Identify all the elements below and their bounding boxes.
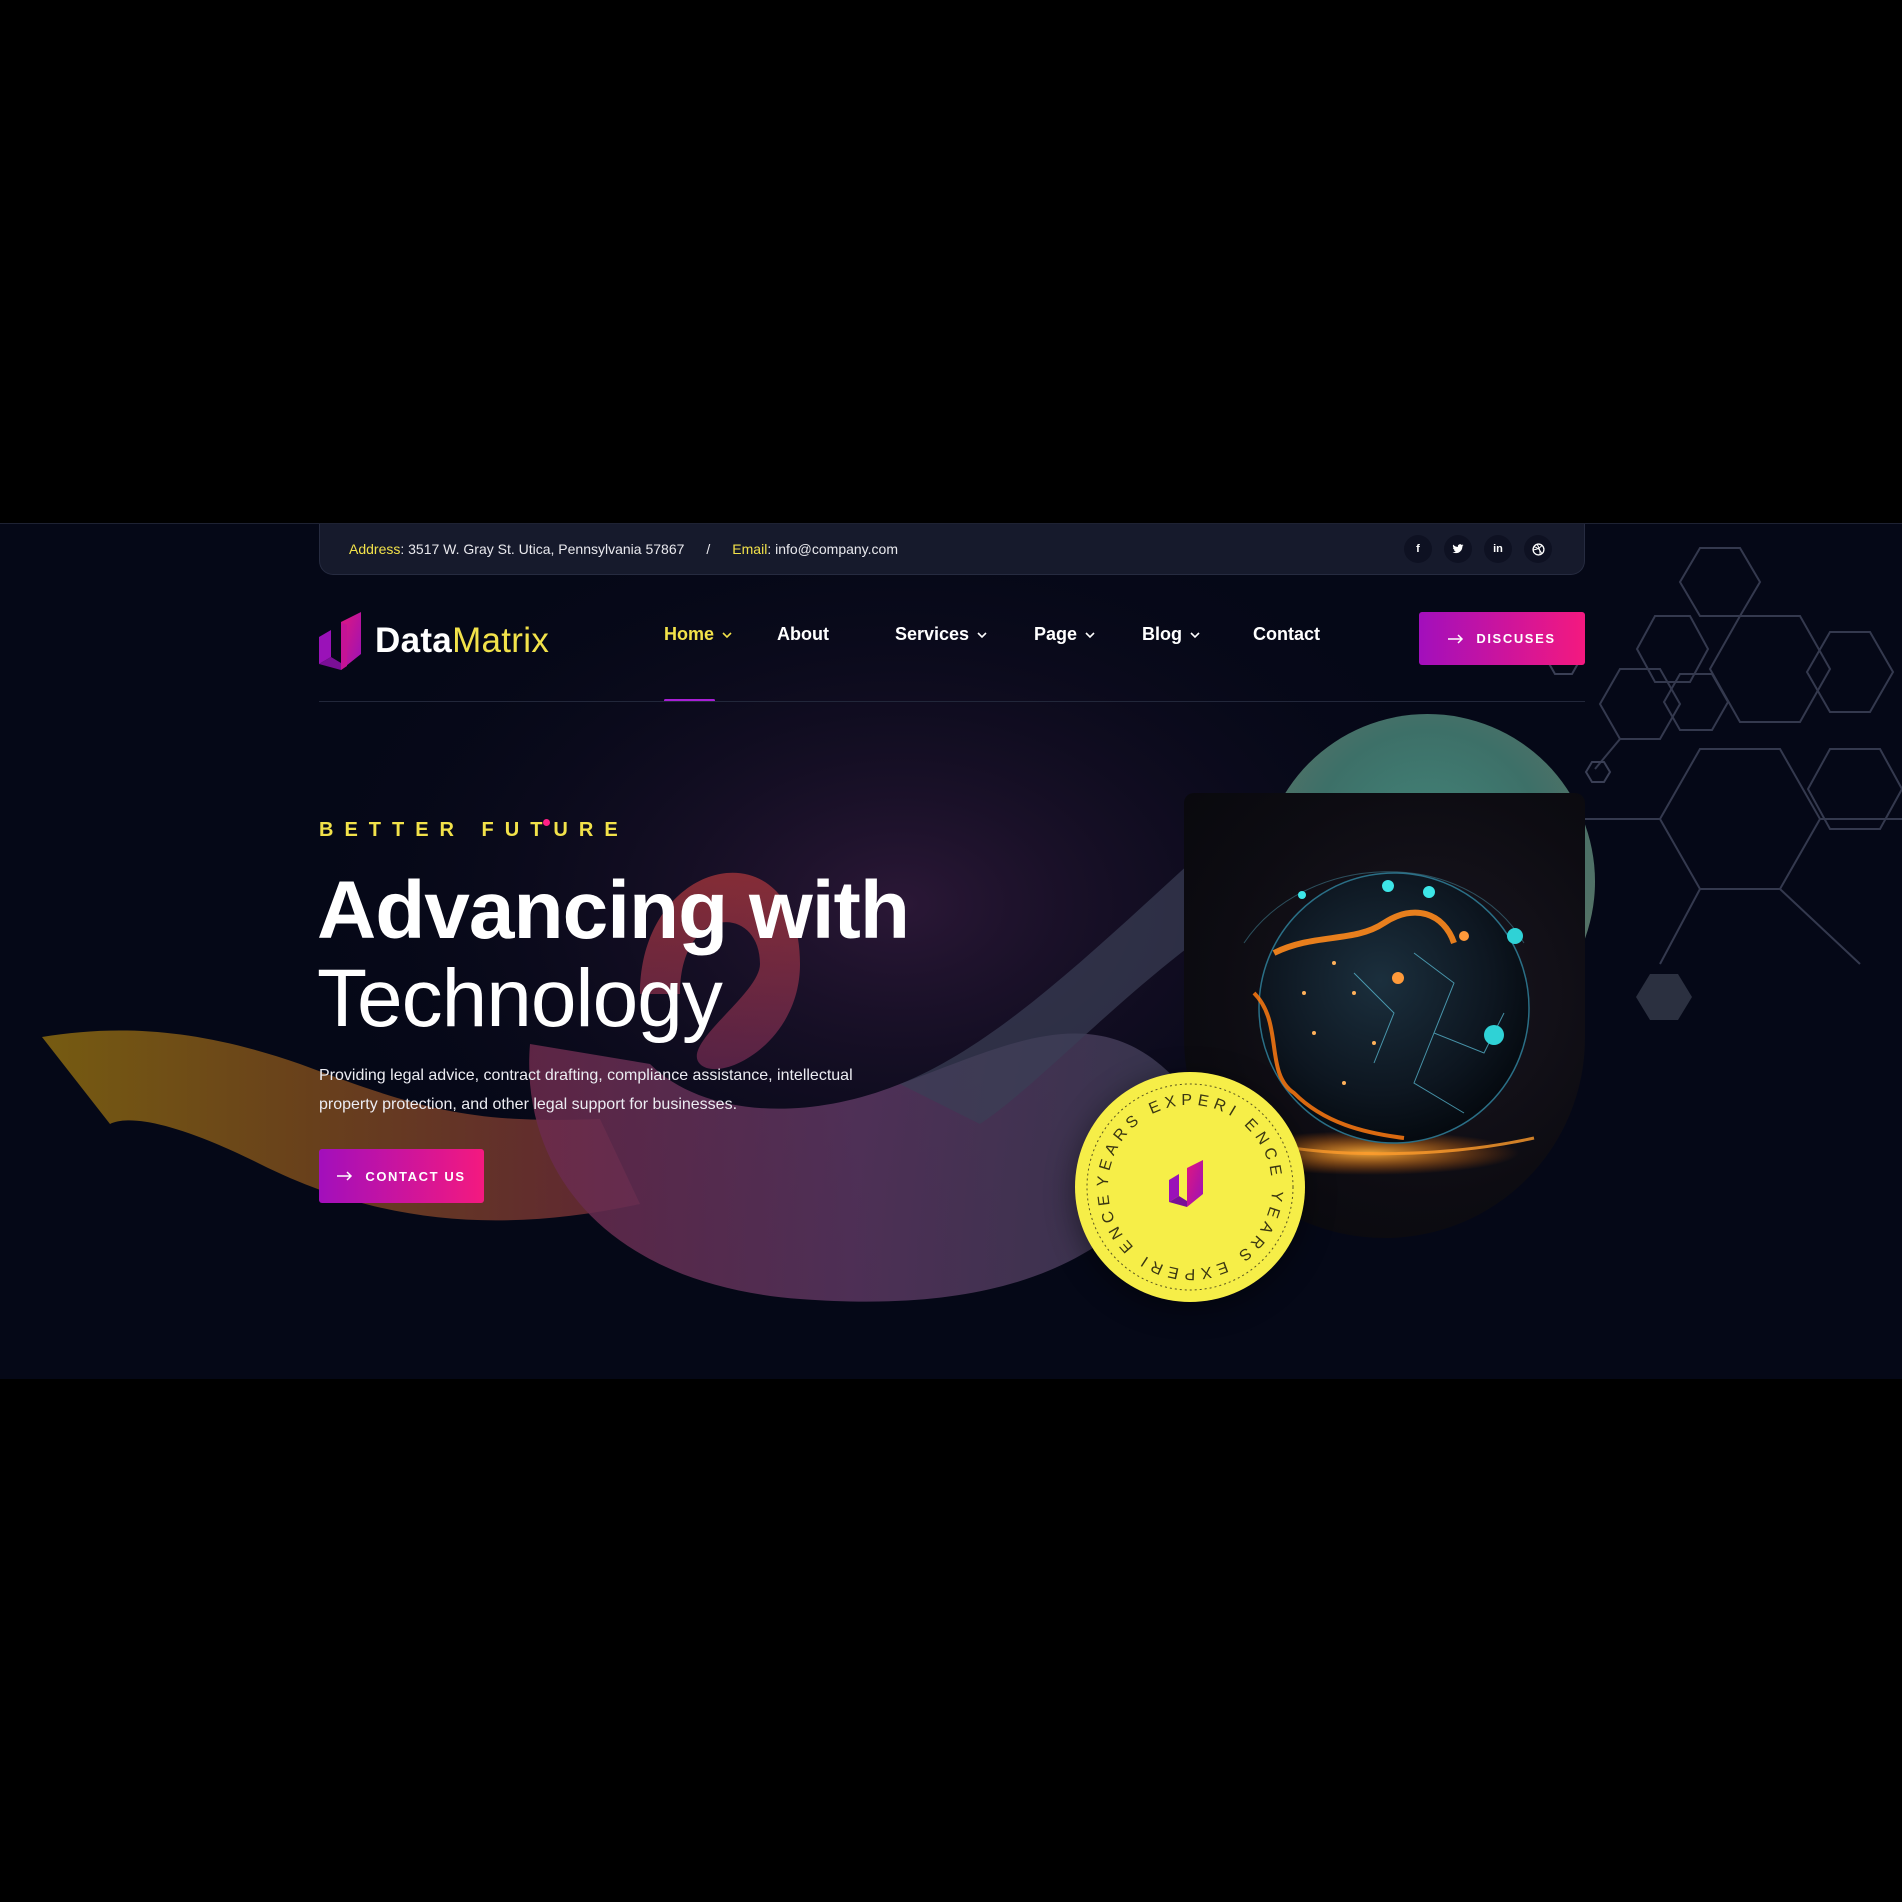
hero-description: Providing legal advice, contract draftin… [319,1067,853,1113]
hero-title-line1: Advancing with [317,865,910,956]
nav-item-home[interactable]: Home [664,624,733,645]
badge-logo-icon [1169,1160,1203,1207]
nav-item-label: Blog [1142,624,1182,644]
nav-item-label: About [777,624,829,644]
navbar-divider [319,701,1585,702]
nav-item-label: Page [1034,624,1078,644]
brand-name: DataMatrix [375,621,549,661]
brand-mark-icon [319,612,361,670]
hero-section: Address: 3517 W. Gray St. Utica, Pennsyl… [0,523,1902,1379]
nav-item-services[interactable]: Services [895,624,988,645]
info-separator: / [706,541,711,557]
badge-art: YEARS EXPERI ENCE YEARS EXPERI ENCE [1086,1083,1294,1291]
arrow-right-icon [1448,633,1464,644]
hero-eyebrow: BETTER FUTURE [319,819,629,841]
discuss-button-label: DISCUSES [1476,631,1556,646]
hero-title-line2: Technology [317,953,723,1044]
address-value: : 3517 W. Gray St. Utica, Pennsylvania 5… [400,541,685,557]
contact-us-button-label: CONTACT US [365,1168,466,1184]
arrow-right-icon [337,1171,353,1181]
chevron-down-icon [1085,631,1095,638]
nav-item-blog[interactable]: Blog [1142,624,1201,645]
top-info-bar: Address: 3517 W. Gray St. Utica, Pennsyl… [319,524,1585,575]
brand-name-part2: Matrix [452,621,550,660]
social-links: f in [1404,535,1552,563]
contact-us-button[interactable]: CONTACT US [319,1149,484,1203]
discuss-button[interactable]: DISCUSES [1419,612,1585,665]
email-value[interactable]: : info@company.com [767,541,898,557]
nav-item-page[interactable]: Page [1034,624,1096,645]
address-label: Address [349,541,401,557]
dribbble-icon[interactable] [1524,535,1552,563]
email-label: Email [732,541,768,557]
contact-info: Address: 3517 W. Gray St. Utica, Pennsyl… [349,541,898,557]
nav-item-about[interactable]: About [777,624,829,645]
main-navbar: DataMatrix Home About Services Page Blog [319,604,1585,702]
nav-item-label: Contact [1253,624,1320,644]
chevron-down-icon [977,631,987,638]
chevron-down-icon [722,631,732,638]
twitter-icon[interactable] [1444,535,1472,563]
brand-logo[interactable]: DataMatrix [319,612,549,670]
eyebrow-accent-dot [543,819,550,826]
nav-item-label: Services [895,624,970,644]
facebook-icon[interactable]: f [1404,535,1432,563]
nav-item-label: Home [664,624,715,644]
chevron-down-icon [1190,631,1200,638]
linkedin-icon[interactable]: in [1484,535,1512,563]
brand-name-part1: Data [375,621,453,660]
nav-item-contact[interactable]: Contact [1253,624,1320,645]
experience-badge: YEARS EXPERI ENCE YEARS EXPERI ENCE [1075,1072,1305,1302]
